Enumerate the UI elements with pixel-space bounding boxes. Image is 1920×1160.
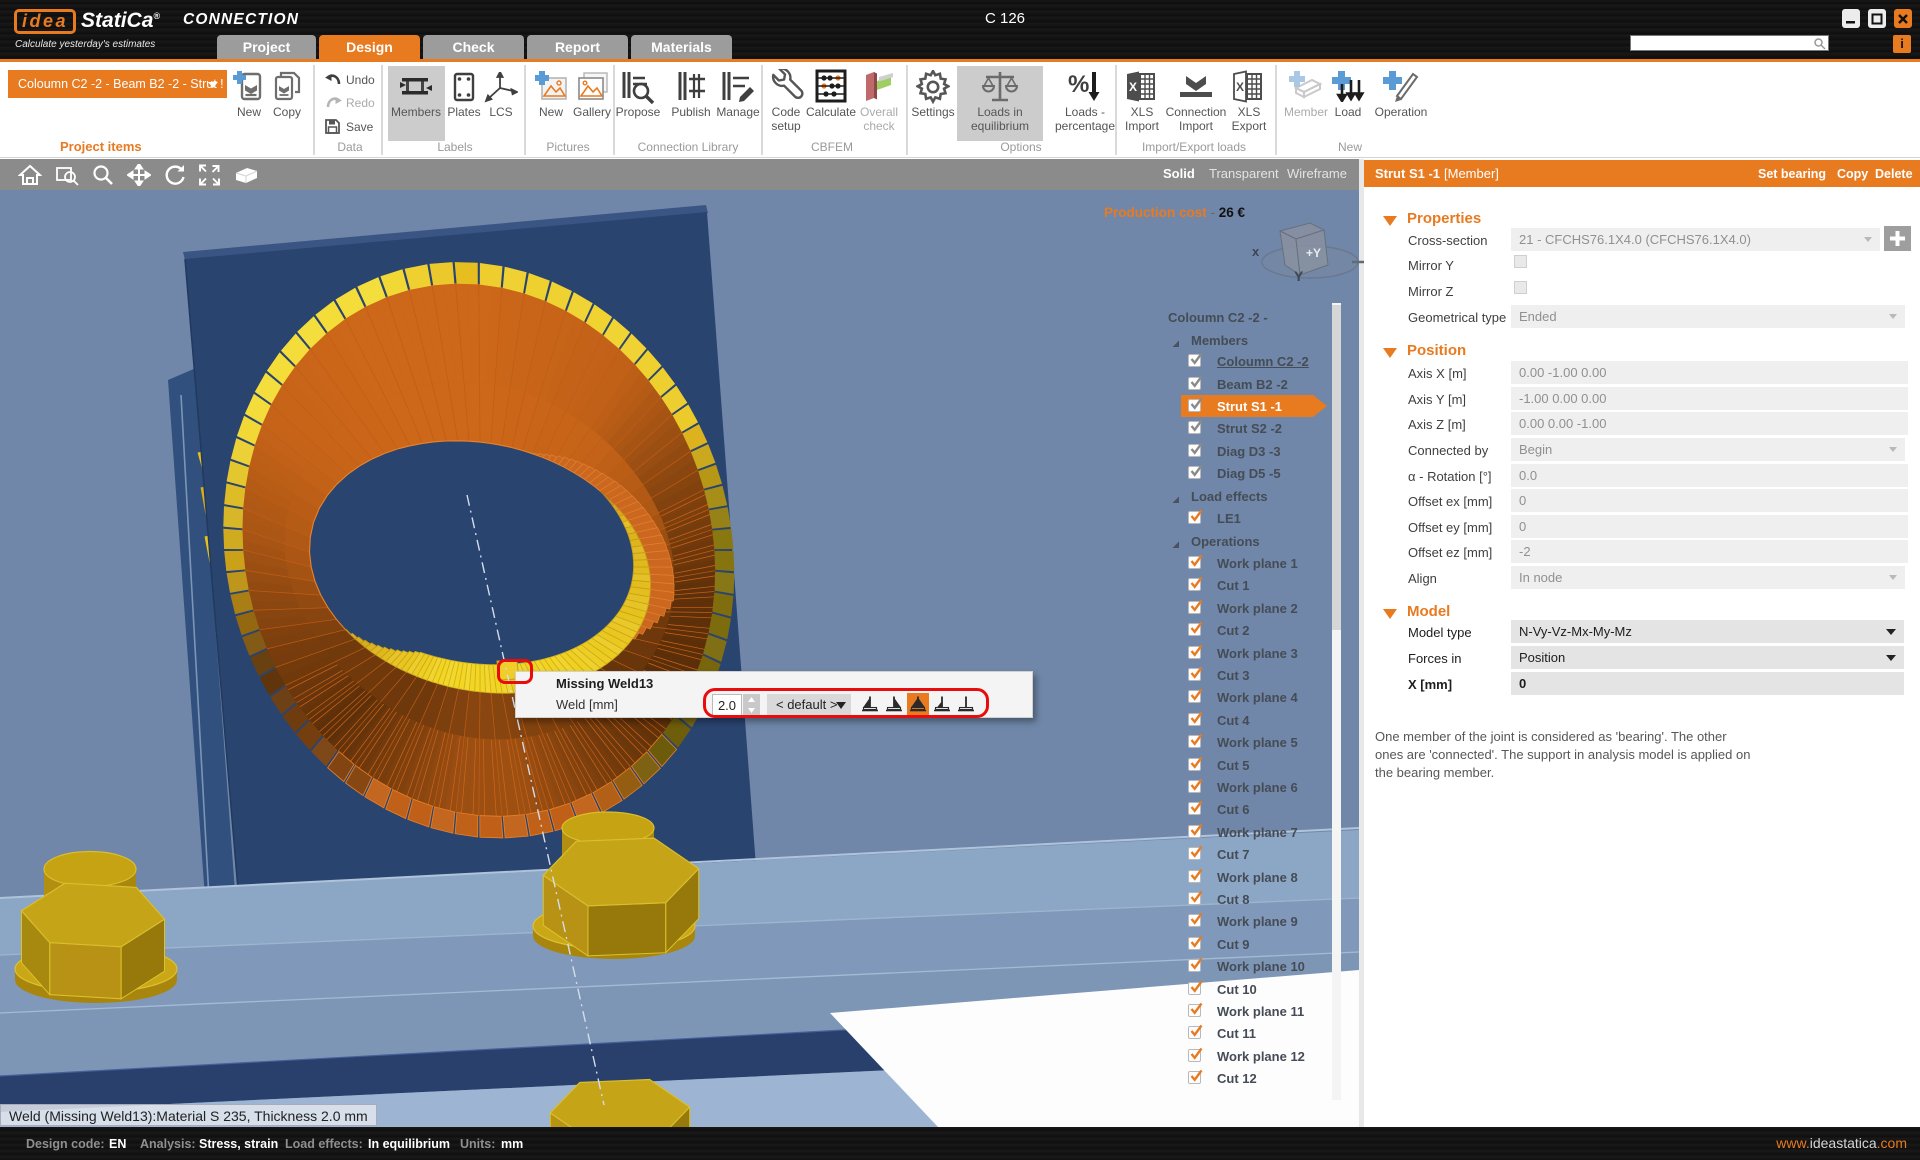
svg-text:%: % bbox=[1068, 71, 1089, 98]
svg-text:Y: Y bbox=[1294, 268, 1304, 284]
svg-text:x: x bbox=[1252, 244, 1260, 259]
svg-text:+Y: +Y bbox=[1306, 246, 1321, 260]
svg-text:X: X bbox=[1236, 80, 1244, 94]
svg-text:X: X bbox=[1129, 80, 1137, 94]
